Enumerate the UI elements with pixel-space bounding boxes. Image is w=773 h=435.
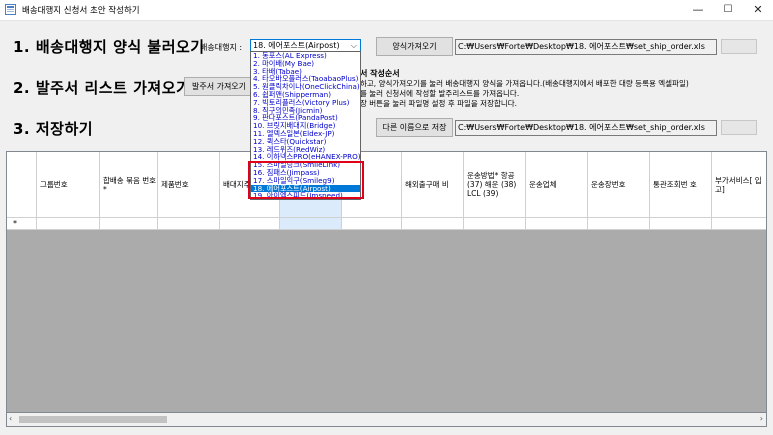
row-header-corner xyxy=(7,152,37,217)
template-browse-button[interactable] xyxy=(721,39,757,54)
grid-cell[interactable] xyxy=(402,218,464,229)
grid-cell[interactable] xyxy=(100,218,158,229)
guide-line-3: 장 버튼을 눌러 파일명 설정 후 파일을 저장합니다. xyxy=(360,99,518,108)
column-header[interactable]: 합배송 묶음 번호* xyxy=(100,152,158,217)
grid-cell[interactable] xyxy=(342,218,402,229)
horizontal-scrollbar[interactable]: ‹ › xyxy=(6,413,767,427)
scroll-right-icon[interactable]: › xyxy=(760,414,763,423)
template-path-field[interactable]: C:₩Users₩Forte₩Desktop₩18. 에어포스트₩set_shi… xyxy=(455,39,717,55)
grid-cell[interactable] xyxy=(220,218,280,229)
grid-cell[interactable] xyxy=(650,218,712,229)
scrollbar-thumb[interactable] xyxy=(19,416,167,423)
section2-title: 2. 발주서 리스트 가져오기 xyxy=(13,79,191,97)
column-header[interactable]: 해외출구매 비 xyxy=(402,152,464,217)
column-header[interactable]: 부가서비스[ 입고] xyxy=(712,152,766,217)
column-header[interactable]: 통관조회번 호 xyxy=(650,152,712,217)
column-header[interactable]: 그룹번호 xyxy=(37,152,100,217)
section3-title: 3. 저장하기 xyxy=(13,120,94,138)
guide-line-1: 하고, 양식가져오기를 눌러 배송대행지 양식을 가져옵니다.(배송대행지에서 … xyxy=(360,79,689,88)
grid-cell[interactable] xyxy=(280,218,342,229)
agency-select-value: 18. 에어포스트(Airpost) xyxy=(253,41,340,50)
grid-cell[interactable] xyxy=(588,218,650,229)
column-header[interactable]: 운송방법* 항공 (37) 해운 (38) LCL (39) xyxy=(464,152,526,217)
save-browse-button[interactable] xyxy=(721,120,757,135)
title-bar: 배송대행지 신청서 초안 작성하기 — ☐ ✕ xyxy=(0,0,773,21)
grid-header: 그룹번호 합배송 묶음 번호* 제품번호 배대지주 해외출구매 비 운송방법* … xyxy=(7,152,766,217)
guide-text: 서 작성순서 하고, 양식가져오기를 눌러 배송대행지 양식을 가져옵니다.(배… xyxy=(360,69,760,109)
order-grid[interactable]: 그룹번호 합배송 묶음 번호* 제품번호 배대지주 해외출구매 비 운송방법* … xyxy=(6,151,767,413)
app-icon xyxy=(5,4,16,15)
guide-heading: 서 작성순서 xyxy=(360,69,400,78)
scroll-left-icon[interactable]: ‹ xyxy=(9,414,12,423)
new-row-marker: * xyxy=(7,218,37,229)
close-button[interactable]: ✕ xyxy=(743,0,773,20)
highlight-box xyxy=(248,161,364,199)
window-title: 배송대행지 신청서 초안 작성하기 xyxy=(22,6,140,16)
grid-cell[interactable] xyxy=(526,218,588,229)
maximize-button[interactable]: ☐ xyxy=(713,0,743,20)
save-as-button[interactable]: 다른 이름으로 저장 xyxy=(376,118,453,137)
minimize-button[interactable]: — xyxy=(683,0,713,20)
load-template-button[interactable]: 양식가져오기 xyxy=(376,37,453,56)
save-path-field[interactable]: C:₩Users₩Forte₩Desktop₩18. 에어포스트₩set_shi… xyxy=(455,120,717,136)
new-row[interactable]: * xyxy=(7,217,766,230)
load-order-list-button[interactable]: 발주서 가져오기 xyxy=(184,77,254,96)
column-header[interactable]: 제품번호 xyxy=(158,152,220,217)
column-header[interactable]: 운송업체 xyxy=(526,152,588,217)
column-header[interactable]: 운송장번호 xyxy=(588,152,650,217)
grid-cell[interactable] xyxy=(37,218,100,229)
guide-line-2: 를 눌러 신청서에 작성할 발주리스트를 가져옵니다. xyxy=(360,89,520,98)
grid-cell[interactable] xyxy=(464,218,526,229)
agency-label: 배송대행지 : xyxy=(200,43,243,52)
section1-title: 1. 배송대행지 양식 불러오기 xyxy=(13,38,205,56)
grid-cell[interactable] xyxy=(712,218,766,229)
grid-cell[interactable] xyxy=(158,218,220,229)
